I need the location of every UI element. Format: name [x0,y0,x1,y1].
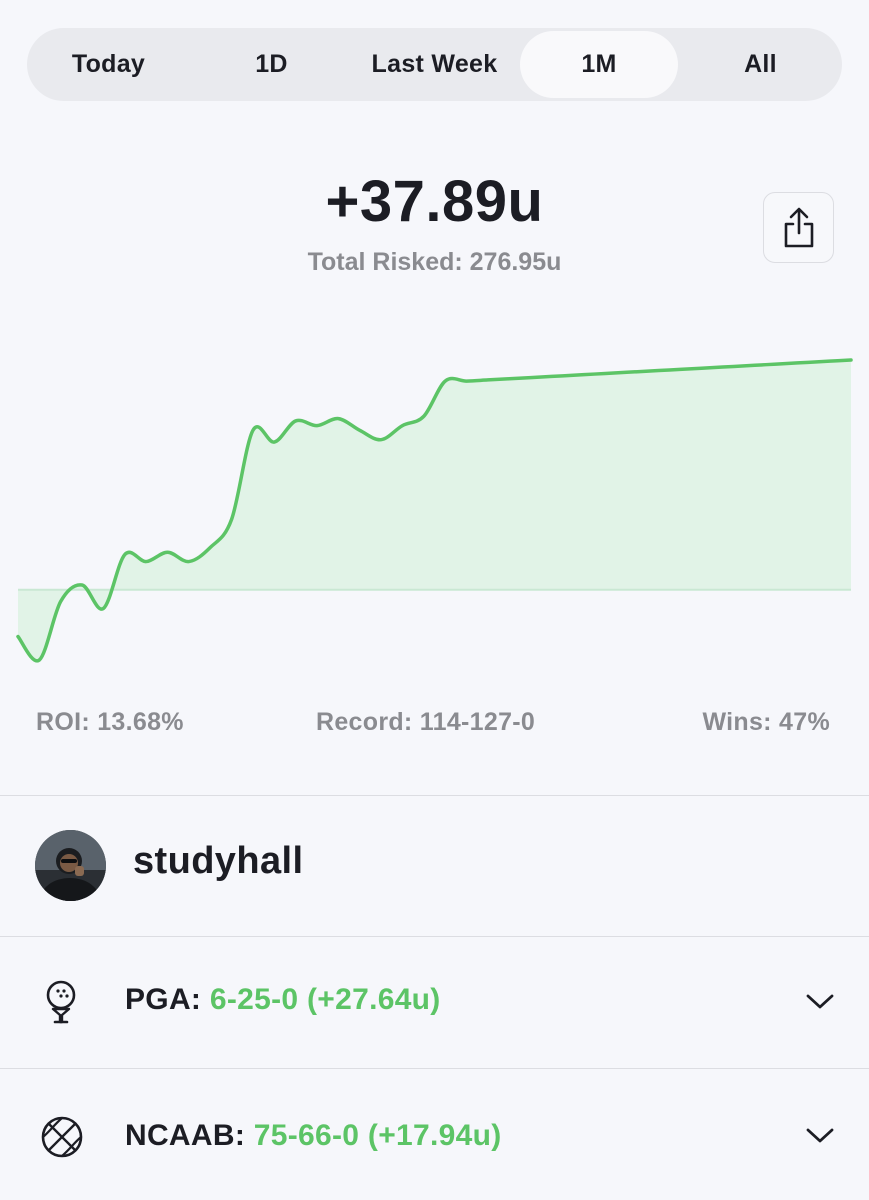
username[interactable]: studyhall [133,840,303,883]
sport-row-label: NCAAB: 75-66-0 (+17.94u) [125,1119,502,1153]
divider [0,795,869,796]
sport-row-pga[interactable]: PGA: 6-25-0 (+27.64u) [0,937,869,1068]
chart-area-fill [18,360,851,661]
sport-row-label: PGA: 6-25-0 (+27.64u) [125,983,441,1017]
roi-stat: ROI: 13.68% [36,708,184,736]
tab-1m[interactable]: 1M [520,31,678,98]
league-record: 6-25-0 (+27.64u) [209,983,441,1016]
user-avatar-icon [35,830,106,901]
share-icon [784,207,814,248]
basketball-icon [41,1116,83,1158]
record-stat: Record: 114-127-0 [316,708,536,736]
profit-chart [16,358,853,663]
sport-row-ncaab[interactable]: NCAAB: 75-66-0 (+17.94u) [0,1069,869,1200]
period-selector: Today 1D Last Week 1M All [27,28,842,101]
chevron-down-icon[interactable] [805,1126,835,1146]
share-button[interactable] [763,192,834,263]
chevron-down-icon[interactable] [805,992,835,1012]
league-record: 75-66-0 (+17.94u) [253,1119,502,1152]
tab-1d[interactable]: 1D [190,28,353,101]
total-risked: Total Risked: 276.95u [307,248,562,276]
profit-total: +37.89u [325,169,544,234]
wins-stat: Wins: 47% [702,708,830,736]
tab-all[interactable]: All [679,28,842,101]
golf-ball-icon [46,980,76,1024]
avatar[interactable] [35,830,106,901]
league-name: PGA: [125,983,202,1016]
tab-today[interactable]: Today [27,28,190,101]
league-name: NCAAB: [125,1119,246,1152]
tab-last-week[interactable]: Last Week [353,28,516,101]
